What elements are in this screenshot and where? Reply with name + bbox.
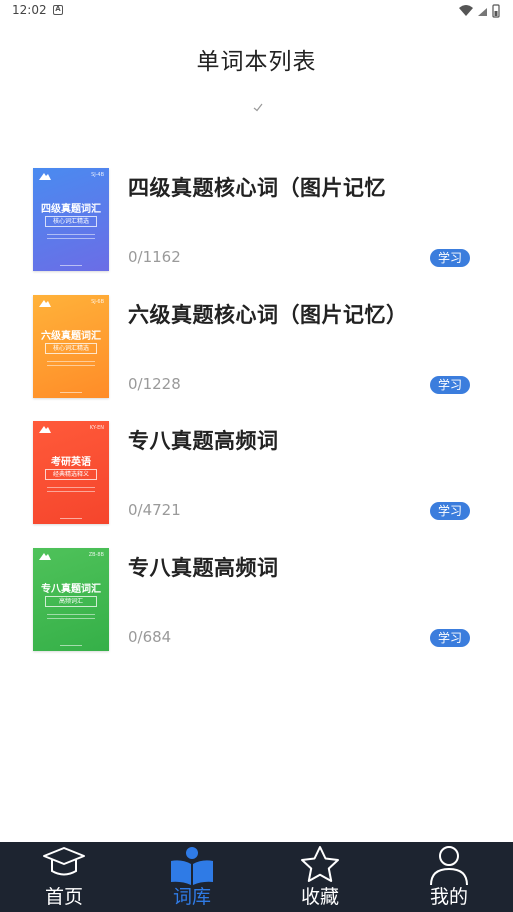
cover-tag: ZB-8B: [88, 552, 104, 558]
cover-logo-icon: [39, 300, 51, 307]
tab-home[interactable]: 首页: [16, 842, 112, 912]
cover-subtitle: 核心词汇精选: [45, 343, 97, 354]
tab-label: 我的: [429, 886, 468, 908]
book-name[interactable]: 专八真题高频词: [128, 552, 279, 582]
book-cover[interactable]: SJ-4B 四级真题词汇 核心词汇精选: [33, 168, 109, 271]
book-cover[interactable]: ZB-8B 专八真题词汇 高频词汇: [33, 548, 109, 651]
book-name[interactable]: 四级真题核心词（图片记忆: [128, 172, 386, 202]
cover-subtitle: 高频词汇: [45, 596, 97, 607]
book-progress: 0/684: [128, 628, 172, 646]
graduation-cap-icon: [43, 847, 85, 876]
book-progress: 0/1162: [128, 248, 181, 266]
cover-title: 六级真题词汇: [41, 331, 101, 342]
cover-decoration: [47, 487, 95, 497]
page-title: 单词本列表: [196, 49, 317, 75]
book-cover[interactable]: SJ-6B 六级真题词汇 核心词汇精选: [33, 295, 109, 398]
tab-profile[interactable]: 我的: [401, 842, 497, 912]
tab-label: 收藏: [300, 886, 339, 908]
status-time: 12:02: [12, 3, 47, 17]
star-icon: [301, 846, 339, 882]
study-button[interactable]: 学习: [430, 502, 470, 520]
cover-logo-icon: [39, 553, 51, 560]
cover-tag: SJ-4B: [91, 172, 104, 178]
cover-decoration: [47, 614, 95, 624]
cover-footer-line: [33, 518, 109, 519]
cover-subtitle: 核心词汇精选: [45, 216, 97, 227]
cover-tag: SJ-6B: [91, 299, 104, 305]
cover-title: 四级真题词汇: [41, 204, 101, 215]
book-progress: 0/1228: [128, 375, 181, 393]
cover-decoration: [47, 361, 95, 371]
cover-title: 考研英语: [51, 457, 91, 468]
book-name[interactable]: 专八真题高频词: [128, 425, 279, 455]
tab-label: 首页: [44, 886, 83, 908]
refresh-indicator-icon: [253, 103, 263, 112]
cover-logo-icon: [39, 173, 51, 180]
notification-icon: A: [53, 5, 63, 15]
tab-favorites[interactable]: 收藏: [272, 842, 368, 912]
cover-title: 专八真题词汇: [41, 584, 101, 595]
cover-footer-line: [33, 265, 109, 266]
tab-label: 词库: [172, 886, 211, 908]
cover-logo-icon: [39, 426, 51, 433]
status-bar: 12:02 A: [0, 0, 513, 22]
system-status-icons: [459, 4, 500, 18]
book-name[interactable]: 六级真题核心词（图片记忆）: [128, 299, 408, 329]
wordbook-item[interactable]: ZB-8B 专八真题词汇 高频词汇 专八真题高频词 0/684 学习: [0, 548, 513, 652]
wordbook-item[interactable]: SJ-4B 四级真题词汇 核心词汇精选 四级真题核心词（图片记忆 0/1162 …: [0, 168, 513, 272]
study-button[interactable]: 学习: [430, 376, 470, 394]
tab-wordbank[interactable]: 词库: [144, 842, 240, 912]
cover-footer-line: [33, 645, 109, 646]
cover-tag: KY-EN: [89, 425, 104, 431]
bottom-tab-bar: 首页 词库 收藏 我的: [0, 842, 513, 912]
cover-decoration: [47, 234, 95, 244]
cover-subtitle: 经典精选释义: [45, 469, 97, 480]
user-icon: [430, 846, 468, 886]
book-progress: 0/4721: [128, 501, 181, 519]
book-person-icon: [171, 847, 213, 885]
study-button[interactable]: 学习: [430, 629, 470, 647]
wordbook-item[interactable]: KY-EN 考研英语 经典精选释义 专八真题高频词 0/4721 学习: [0, 421, 513, 525]
book-cover[interactable]: KY-EN 考研英语 经典精选释义: [33, 421, 109, 524]
cover-footer-line: [33, 392, 109, 393]
study-button[interactable]: 学习: [430, 249, 470, 267]
wordbook-item[interactable]: SJ-6B 六级真题词汇 核心词汇精选 六级真题核心词（图片记忆） 0/1228…: [0, 295, 513, 399]
